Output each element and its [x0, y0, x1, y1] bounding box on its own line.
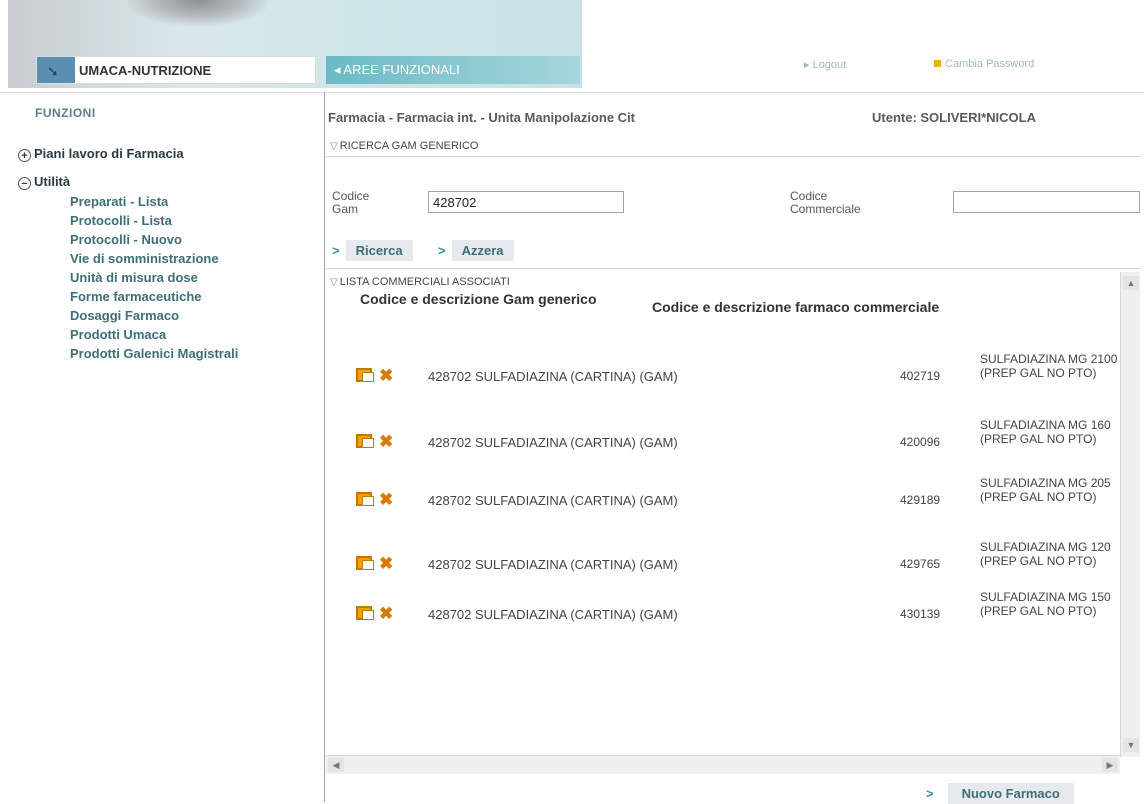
search-section-title: RICERCA GAM GENERICO — [339, 140, 479, 152]
square-icon — [934, 60, 941, 67]
list-section-header[interactable]: ▽ LISTA COMMERCIALI ASSOCIATI — [330, 276, 510, 288]
list-section-divider — [326, 268, 1140, 269]
menu-group-label: Piani lavoro di Farmacia — [34, 146, 184, 161]
sidebar-item-dosaggi-farmaco[interactable]: Dosaggi Farmaco — [70, 308, 179, 323]
edit-document-icon[interactable] — [356, 556, 374, 570]
scroll-left-icon[interactable]: ◀ — [328, 758, 344, 772]
row-gam: 428702 SULFADIAZINA (CARTINA) (GAM) — [428, 369, 678, 384]
commerciali-list: ▽ LISTA COMMERCIALI ASSOCIATI Codice e de… — [326, 272, 1120, 757]
table-row: ✖ 428702 SULFADIAZINA (CARTINA) (GAM) 43… — [326, 590, 1120, 668]
row-gam: 428702 SULFADIAZINA (CARTINA) (GAM) — [428, 557, 678, 572]
module-tab[interactable]: ➘ UMACA-NUTRIZIONE — [36, 56, 316, 84]
app-header: ➘ UMACA-NUTRIZIONE ◂ AREE FUNZIONALI ▸ L… — [0, 0, 1144, 92]
menu-group-piani[interactable]: + Piani lavoro di Farmacia — [18, 146, 184, 162]
row-commercial-description: SULFADIAZINA MG 160 (PREP GAL NO PTO) — [980, 418, 1111, 446]
row-gam: 428702 SULFADIAZINA (CARTINA) (GAM) — [428, 435, 678, 450]
sidebar-item-forme-farmaceutiche[interactable]: Forme farmaceutiche — [70, 289, 202, 304]
delete-x-icon[interactable]: ✖ — [379, 366, 393, 386]
edit-document-icon[interactable] — [356, 492, 374, 506]
sidebar-title: FUNZIONI — [35, 106, 96, 120]
arrow-down-right-icon: ➘ — [47, 63, 59, 79]
row-actions: ✖ — [356, 490, 416, 512]
ricerca-button[interactable]: > Ricerca — [332, 240, 413, 262]
list-section-title: LISTA COMMERCIALI ASSOCIATI — [339, 276, 510, 288]
aree-funzionali-tab[interactable]: ◂ AREE FUNZIONALI — [326, 56, 580, 84]
delete-x-icon[interactable]: ✖ — [379, 604, 393, 624]
chevron-right-icon: > — [332, 243, 340, 258]
sidebar-item-protocolli-nuovo[interactable]: Protocolli - Nuovo — [70, 232, 182, 247]
row-commercial-description: SULFADIAZINA MG 150 (PREP GAL NO PTO) — [980, 590, 1111, 618]
collapse-triangle-icon: ▽ — [330, 277, 338, 288]
row-actions: ✖ — [356, 604, 416, 626]
nuovo-farmaco-button[interactable]: > Nuovo Farmaco — [926, 783, 1074, 804]
row-commercial-description: SULFADIAZINA MG 120 (PREP GAL NO PTO) — [980, 540, 1111, 568]
aree-funzionali-label: ◂ AREE FUNZIONALI — [334, 62, 460, 77]
sidebar-item-prodotti-galenici[interactable]: Prodotti Galenici Magistrali — [70, 346, 238, 361]
menu-group-label: Utilità — [34, 174, 71, 189]
current-user: Utente: SOLIVERI*NICOLA — [872, 110, 1036, 125]
sidebar-item-vie-somministrazione[interactable]: Vie di somministrazione — [70, 251, 219, 266]
sidebar-divider — [324, 92, 325, 802]
expand-plus-icon: + — [18, 149, 31, 162]
sidebar-item-prodotti-umaca[interactable]: Prodotti Umaca — [70, 327, 166, 342]
scroll-right-icon[interactable]: ▶ — [1102, 758, 1118, 772]
logout-link[interactable]: ▸ Logout — [804, 58, 846, 71]
cambia-password-link[interactable]: Cambia Password — [934, 58, 1034, 70]
row-commercial-code: 402719 — [900, 369, 941, 383]
codice-commerciale-label: Codice Commerciale — [790, 189, 861, 216]
menu-group-utilita[interactable]: − Utilità — [18, 174, 70, 190]
row-actions: ✖ — [356, 366, 416, 388]
header-divider — [0, 92, 1144, 93]
column-header-gam: Codice e descrizione Gam generico — [360, 291, 597, 307]
column-header-commerciale: Codice e descrizione farmaco commerciale — [652, 299, 940, 315]
row-gam: 428702 SULFADIAZINA (CARTINA) (GAM) — [428, 607, 678, 622]
delete-x-icon[interactable]: ✖ — [379, 490, 393, 510]
logout-text: Logout — [812, 59, 847, 71]
codice-gam-input[interactable] — [428, 191, 624, 213]
search-section-header[interactable]: ▽ RICERCA GAM GENERICO — [330, 140, 478, 152]
delete-x-icon[interactable]: ✖ — [379, 432, 393, 452]
row-commercial-code: 430139 — [900, 607, 941, 621]
codice-commerciale-input[interactable] — [953, 191, 1140, 213]
row-actions: ✖ — [356, 554, 416, 576]
azzera-button-label: Azzera — [451, 240, 514, 261]
module-tab-label: UMACA-NUTRIZIONE — [79, 63, 212, 78]
azzera-button[interactable]: > Azzera — [438, 240, 514, 262]
edit-document-icon[interactable] — [356, 606, 374, 620]
search-section-divider — [326, 156, 1140, 157]
context-breadcrumb: Farmacia - Farmacia int. - Unita Manipol… — [328, 110, 636, 125]
sidebar-item-protocolli-lista[interactable]: Protocolli - Lista — [70, 213, 172, 228]
row-gam: 428702 SULFADIAZINA (CARTINA) (GAM) — [428, 493, 678, 508]
main-content: Farmacia - Farmacia int. - Unita Manipol… — [326, 100, 1144, 804]
sidebar-item-unita-misura-dose[interactable]: Unità di misura dose — [70, 270, 198, 285]
nuovo-farmaco-label: Nuovo Farmaco — [947, 783, 1074, 804]
aree-funzionali-text: AREE FUNZIONALI — [343, 62, 460, 77]
edit-document-icon[interactable] — [356, 368, 374, 382]
codice-gam-label: Codice Gam — [332, 189, 370, 216]
scroll-down-icon[interactable]: ▼ — [1123, 738, 1139, 752]
chevron-right-icon: > — [438, 243, 446, 258]
collapse-triangle-icon: ▽ — [330, 141, 338, 152]
row-commercial-code: 429765 — [900, 557, 941, 571]
edit-document-icon[interactable] — [356, 434, 374, 448]
row-commercial-description: SULFADIAZINA MG 205 (PREP GAL NO PTO) — [980, 476, 1111, 504]
scroll-up-icon[interactable]: ▲ — [1123, 276, 1139, 290]
chevron-right-icon: > — [926, 786, 934, 801]
vertical-scrollbar[interactable]: ▲ ▼ — [1120, 272, 1140, 757]
row-commercial-code: 420096 — [900, 435, 941, 449]
row-actions: ✖ — [356, 432, 416, 454]
row-commercial-code: 429189 — [900, 493, 941, 507]
delete-x-icon[interactable]: ✖ — [379, 554, 393, 574]
ricerca-button-label: Ricerca — [345, 240, 413, 261]
collapse-minus-icon: − — [18, 177, 31, 190]
row-commercial-description: SULFADIAZINA MG 2100 (PREP GAL NO PTO) — [980, 352, 1118, 380]
horizontal-scrollbar[interactable]: ◀ ▶ — [326, 755, 1120, 774]
sidebar-item-preparati-lista[interactable]: Preparati - Lista — [70, 194, 168, 209]
cambia-password-text: Cambia Password — [945, 58, 1035, 70]
sidebar: FUNZIONI + Piani lavoro di Farmacia − Util… — [0, 100, 324, 800]
